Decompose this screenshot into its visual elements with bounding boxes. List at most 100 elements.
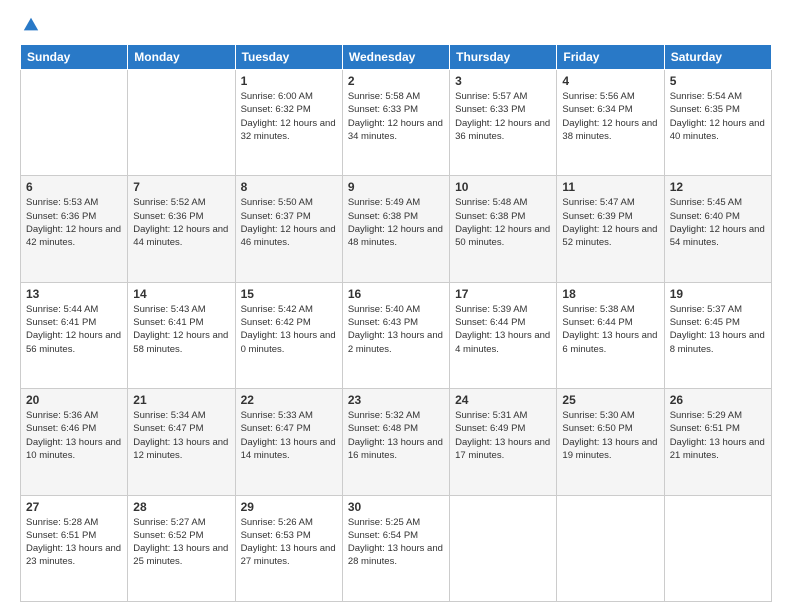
day-number: 11	[562, 180, 658, 194]
calendar-cell	[450, 495, 557, 601]
header	[20, 16, 772, 34]
day-number: 16	[348, 287, 444, 301]
weekday-header-tuesday: Tuesday	[235, 45, 342, 70]
calendar: SundayMondayTuesdayWednesdayThursdayFrid…	[20, 44, 772, 602]
weekday-header-wednesday: Wednesday	[342, 45, 449, 70]
day-info: Sunrise: 5:52 AMSunset: 6:36 PMDaylight:…	[133, 196, 229, 249]
day-info: Sunrise: 5:48 AMSunset: 6:38 PMDaylight:…	[455, 196, 551, 249]
logo-triangle-icon	[22, 16, 40, 34]
calendar-cell: 17 Sunrise: 5:39 AMSunset: 6:44 PMDayligh…	[450, 282, 557, 388]
weekday-header-friday: Friday	[557, 45, 664, 70]
day-number: 28	[133, 500, 229, 514]
week-row-3: 13 Sunrise: 5:44 AMSunset: 6:41 PMDayligh…	[21, 282, 772, 388]
day-info: Sunrise: 5:36 AMSunset: 6:46 PMDaylight:…	[26, 409, 122, 462]
calendar-cell: 7 Sunrise: 5:52 AMSunset: 6:36 PMDaylight…	[128, 176, 235, 282]
calendar-cell: 19 Sunrise: 5:37 AMSunset: 6:45 PMDayligh…	[664, 282, 771, 388]
calendar-cell	[128, 70, 235, 176]
day-number: 15	[241, 287, 337, 301]
day-number: 9	[348, 180, 444, 194]
day-number: 18	[562, 287, 658, 301]
calendar-cell: 18 Sunrise: 5:38 AMSunset: 6:44 PMDayligh…	[557, 282, 664, 388]
day-info: Sunrise: 5:47 AMSunset: 6:39 PMDaylight:…	[562, 196, 658, 249]
day-info: Sunrise: 6:00 AMSunset: 6:32 PMDaylight:…	[241, 90, 337, 143]
calendar-cell: 16 Sunrise: 5:40 AMSunset: 6:43 PMDayligh…	[342, 282, 449, 388]
calendar-cell: 9 Sunrise: 5:49 AMSunset: 6:38 PMDaylight…	[342, 176, 449, 282]
calendar-cell: 3 Sunrise: 5:57 AMSunset: 6:33 PMDaylight…	[450, 70, 557, 176]
day-info: Sunrise: 5:50 AMSunset: 6:37 PMDaylight:…	[241, 196, 337, 249]
weekday-header-thursday: Thursday	[450, 45, 557, 70]
calendar-cell: 15 Sunrise: 5:42 AMSunset: 6:42 PMDayligh…	[235, 282, 342, 388]
day-info: Sunrise: 5:28 AMSunset: 6:51 PMDaylight:…	[26, 516, 122, 569]
day-number: 17	[455, 287, 551, 301]
day-number: 23	[348, 393, 444, 407]
day-number: 19	[670, 287, 766, 301]
weekday-header-sunday: Sunday	[21, 45, 128, 70]
day-number: 27	[26, 500, 122, 514]
calendar-cell: 4Sunrise: 5:56 AMSunset: 6:34 PMDaylight…	[557, 70, 664, 176]
day-number: 3	[455, 74, 551, 88]
day-number: 20	[26, 393, 122, 407]
day-number: 5	[670, 74, 766, 88]
day-info: Sunrise: 5:29 AMSunset: 6:51 PMDaylight:…	[670, 409, 766, 462]
day-info: Sunrise: 5:45 AMSunset: 6:40 PMDaylight:…	[670, 196, 766, 249]
day-info: Sunrise: 5:39 AMSunset: 6:44 PMDaylight:…	[455, 303, 551, 356]
calendar-cell: 12 Sunrise: 5:45 AMSunset: 6:40 PMDayligh…	[664, 176, 771, 282]
day-number: 7	[133, 180, 229, 194]
day-info: Sunrise: 5:34 AMSunset: 6:47 PMDaylight:…	[133, 409, 229, 462]
calendar-cell: 5 Sunrise: 5:54 AMSunset: 6:35 PMDaylight…	[664, 70, 771, 176]
calendar-cell: 10 Sunrise: 5:48 AMSunset: 6:38 PMDayligh…	[450, 176, 557, 282]
day-number: 26	[670, 393, 766, 407]
weekday-header-row: SundayMondayTuesdayWednesdayThursdayFrid…	[21, 45, 772, 70]
day-info: Sunrise: 5:43 AMSunset: 6:41 PMDaylight:…	[133, 303, 229, 356]
calendar-cell: 27 Sunrise: 5:28 AMSunset: 6:51 PMDayligh…	[21, 495, 128, 601]
day-info: Sunrise: 5:25 AMSunset: 6:54 PMDaylight:…	[348, 516, 444, 569]
week-row-4: 20 Sunrise: 5:36 AMSunset: 6:46 PMDayligh…	[21, 389, 772, 495]
calendar-cell: 11 Sunrise: 5:47 AMSunset: 6:39 PMDayligh…	[557, 176, 664, 282]
weekday-header-monday: Monday	[128, 45, 235, 70]
calendar-cell: 26 Sunrise: 5:29 AMSunset: 6:51 PMDayligh…	[664, 389, 771, 495]
day-number: 10	[455, 180, 551, 194]
calendar-cell: 23Sunrise: 5:32 AMSunset: 6:48 PMDayligh…	[342, 389, 449, 495]
day-number: 22	[241, 393, 337, 407]
day-number: 13	[26, 287, 122, 301]
calendar-cell: 25Sunrise: 5:30 AMSunset: 6:50 PMDayligh…	[557, 389, 664, 495]
day-number: 30	[348, 500, 444, 514]
day-info: Sunrise: 5:27 AMSunset: 6:52 PMDaylight:…	[133, 516, 229, 569]
day-info: Sunrise: 5:49 AMSunset: 6:38 PMDaylight:…	[348, 196, 444, 249]
calendar-cell: 29 Sunrise: 5:26 AMSunset: 6:53 PMDayligh…	[235, 495, 342, 601]
calendar-cell: 1Sunrise: 6:00 AMSunset: 6:32 PMDaylight…	[235, 70, 342, 176]
day-number: 24	[455, 393, 551, 407]
day-number: 29	[241, 500, 337, 514]
day-number: 14	[133, 287, 229, 301]
day-info: Sunrise: 5:53 AMSunset: 6:36 PMDaylight:…	[26, 196, 122, 249]
day-number: 25	[562, 393, 658, 407]
calendar-cell: 13 Sunrise: 5:44 AMSunset: 6:41 PMDayligh…	[21, 282, 128, 388]
day-info: Sunrise: 5:44 AMSunset: 6:41 PMDaylight:…	[26, 303, 122, 356]
calendar-cell: 28 Sunrise: 5:27 AMSunset: 6:52 PMDayligh…	[128, 495, 235, 601]
calendar-cell: 22 Sunrise: 5:33 AMSunset: 6:47 PMDayligh…	[235, 389, 342, 495]
day-info: Sunrise: 5:33 AMSunset: 6:47 PMDaylight:…	[241, 409, 337, 462]
calendar-cell: 30 Sunrise: 5:25 AMSunset: 6:54 PMDayligh…	[342, 495, 449, 601]
day-number: 2	[348, 74, 444, 88]
day-info: Sunrise: 5:40 AMSunset: 6:43 PMDaylight:…	[348, 303, 444, 356]
day-info: Sunrise: 5:37 AMSunset: 6:45 PMDaylight:…	[670, 303, 766, 356]
calendar-cell: 20 Sunrise: 5:36 AMSunset: 6:46 PMDayligh…	[21, 389, 128, 495]
calendar-cell: 21Sunrise: 5:34 AMSunset: 6:47 PMDayligh…	[128, 389, 235, 495]
day-info: Sunrise: 5:54 AMSunset: 6:35 PMDaylight:…	[670, 90, 766, 143]
day-number: 8	[241, 180, 337, 194]
day-info: Sunrise: 5:38 AMSunset: 6:44 PMDaylight:…	[562, 303, 658, 356]
page: SundayMondayTuesdayWednesdayThursdayFrid…	[0, 0, 792, 612]
day-info: Sunrise: 5:57 AMSunset: 6:33 PMDaylight:…	[455, 90, 551, 143]
logo-text	[20, 16, 40, 34]
day-info: Sunrise: 5:42 AMSunset: 6:42 PMDaylight:…	[241, 303, 337, 356]
calendar-cell	[557, 495, 664, 601]
day-number: 4	[562, 74, 658, 88]
calendar-cell: 6Sunrise: 5:53 AMSunset: 6:36 PMDaylight…	[21, 176, 128, 282]
calendar-cell: 14 Sunrise: 5:43 AMSunset: 6:41 PMDayligh…	[128, 282, 235, 388]
day-number: 12	[670, 180, 766, 194]
week-row-5: 27 Sunrise: 5:28 AMSunset: 6:51 PMDayligh…	[21, 495, 772, 601]
week-row-1: 1Sunrise: 6:00 AMSunset: 6:32 PMDaylight…	[21, 70, 772, 176]
day-info: Sunrise: 5:26 AMSunset: 6:53 PMDaylight:…	[241, 516, 337, 569]
calendar-cell	[664, 495, 771, 601]
day-info: Sunrise: 5:58 AMSunset: 6:33 PMDaylight:…	[348, 90, 444, 143]
